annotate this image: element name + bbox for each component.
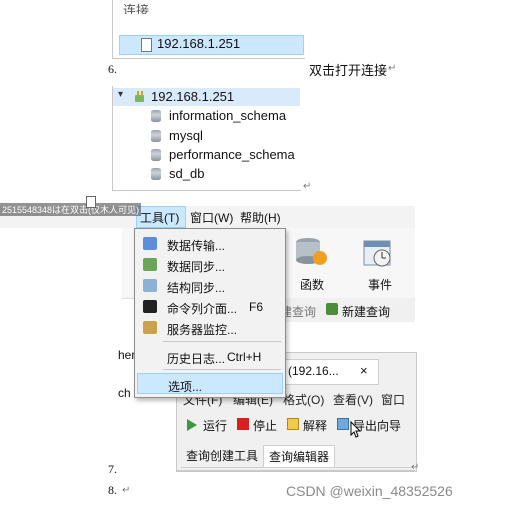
menu-item-server-monitor[interactable]: 服务器监控...	[137, 317, 283, 338]
overlay-id: 2515548348は在双击(仅木人可见)	[0, 203, 142, 216]
menu-help[interactable]: 帮助(H)	[240, 209, 281, 226]
paragraph-mark: ↵	[411, 462, 420, 473]
side-cut-text: her	[118, 348, 136, 362]
menu-separator	[163, 369, 281, 370]
function-icon[interactable]	[294, 236, 328, 268]
new-query-icon[interactable]	[326, 303, 338, 315]
menu-item-structure-sync[interactable]: 结构同步...	[137, 275, 283, 296]
tools-dropdown-menu: 数据传输... 数据同步... 结构同步... 命令列介面... F6 服务器监…	[134, 228, 286, 398]
event-label[interactable]: 事件	[368, 276, 392, 293]
tree-db-item[interactable]: performance_schema	[169, 147, 295, 162]
connection-plug-icon	[135, 91, 144, 102]
menu-separator	[163, 341, 281, 342]
paragraph-mark: ↵	[303, 181, 312, 192]
cut-label: 连接	[123, 3, 150, 14]
explain-icon[interactable]	[287, 418, 299, 430]
function-label[interactable]: 函数	[300, 276, 324, 293]
query-menu-window[interactable]: 窗口	[381, 391, 405, 408]
structure-sync-icon	[143, 279, 157, 292]
menu-window[interactable]: 窗口(W)	[190, 209, 233, 226]
step-6-text: 双击打开连接	[309, 63, 388, 78]
step-7-number: 7.	[108, 462, 117, 476]
menu-item-command-line[interactable]: 命令列介面... F6	[137, 296, 283, 317]
tree-db-item[interactable]: mysql	[169, 128, 203, 143]
explain-button[interactable]: 解释	[303, 417, 327, 434]
document-icon	[86, 196, 96, 208]
step-6-number: 6.	[108, 62, 117, 76]
query-tab-title: (192.16...	[288, 364, 339, 378]
paragraph-mark: ↵	[388, 63, 397, 74]
database-tree: ▾ 192.168.1.251 information_schema mysql…	[112, 86, 301, 191]
chevron-down-icon[interactable]: ▾	[118, 89, 123, 100]
secondary-toolbar: 建查询 新建查询	[280, 298, 415, 322]
run-button[interactable]: 运行	[203, 417, 227, 434]
connection-label: 192.168.1.251	[157, 36, 241, 51]
database-icon	[151, 110, 161, 122]
mouse-cursor-icon	[350, 421, 362, 438]
database-icon	[151, 149, 161, 161]
database-icon	[151, 168, 161, 180]
tab-query-builder[interactable]: 查询创建工具	[181, 445, 264, 467]
tab-divider	[181, 467, 411, 468]
run-icon[interactable]	[187, 419, 197, 431]
menu-item-data-sync[interactable]: 数据同步...	[137, 254, 283, 275]
event-icon[interactable]	[362, 238, 394, 270]
data-sync-icon	[143, 258, 157, 271]
tree-db-item[interactable]: sd_db	[169, 166, 204, 181]
stop-icon[interactable]	[237, 418, 249, 430]
window-bottom-edge	[176, 470, 415, 471]
query-menu-view[interactable]: 查看(V)	[333, 391, 373, 408]
paragraph-mark: ↵	[122, 485, 131, 496]
database-icon	[151, 130, 161, 142]
tab-query-editor[interactable]: 查询编辑器	[263, 445, 336, 467]
export-icon[interactable]	[337, 418, 349, 430]
data-transfer-icon	[143, 237, 157, 250]
new-query-button[interactable]: 新建查询	[342, 303, 390, 320]
server-monitor-icon	[143, 321, 157, 334]
terminal-icon	[143, 300, 157, 313]
connection-panel: 连接 192.168.1.251	[112, 0, 305, 59]
menu-tools[interactable]: 工具(T)	[140, 209, 179, 226]
tree-connection-label: 192.168.1.251	[151, 89, 235, 104]
menu-item-data-transfer[interactable]: 数据传输...	[137, 233, 283, 254]
connection-icon	[141, 38, 152, 52]
stop-button[interactable]: 停止	[253, 417, 277, 434]
watermark: CSDN @weixin_48352526	[286, 483, 453, 499]
tree-db-item[interactable]: information_schema	[169, 108, 286, 123]
close-icon[interactable]: ×	[360, 363, 368, 378]
query-menu-format[interactable]: 格式(O)	[283, 391, 324, 408]
side-cut-text: ch	[118, 386, 131, 400]
step-8-number: 8.	[108, 483, 117, 497]
menu-item-history-log[interactable]: 历史日志... Ctrl+H	[137, 346, 283, 367]
menu-item-options[interactable]: 选项...	[137, 373, 283, 394]
